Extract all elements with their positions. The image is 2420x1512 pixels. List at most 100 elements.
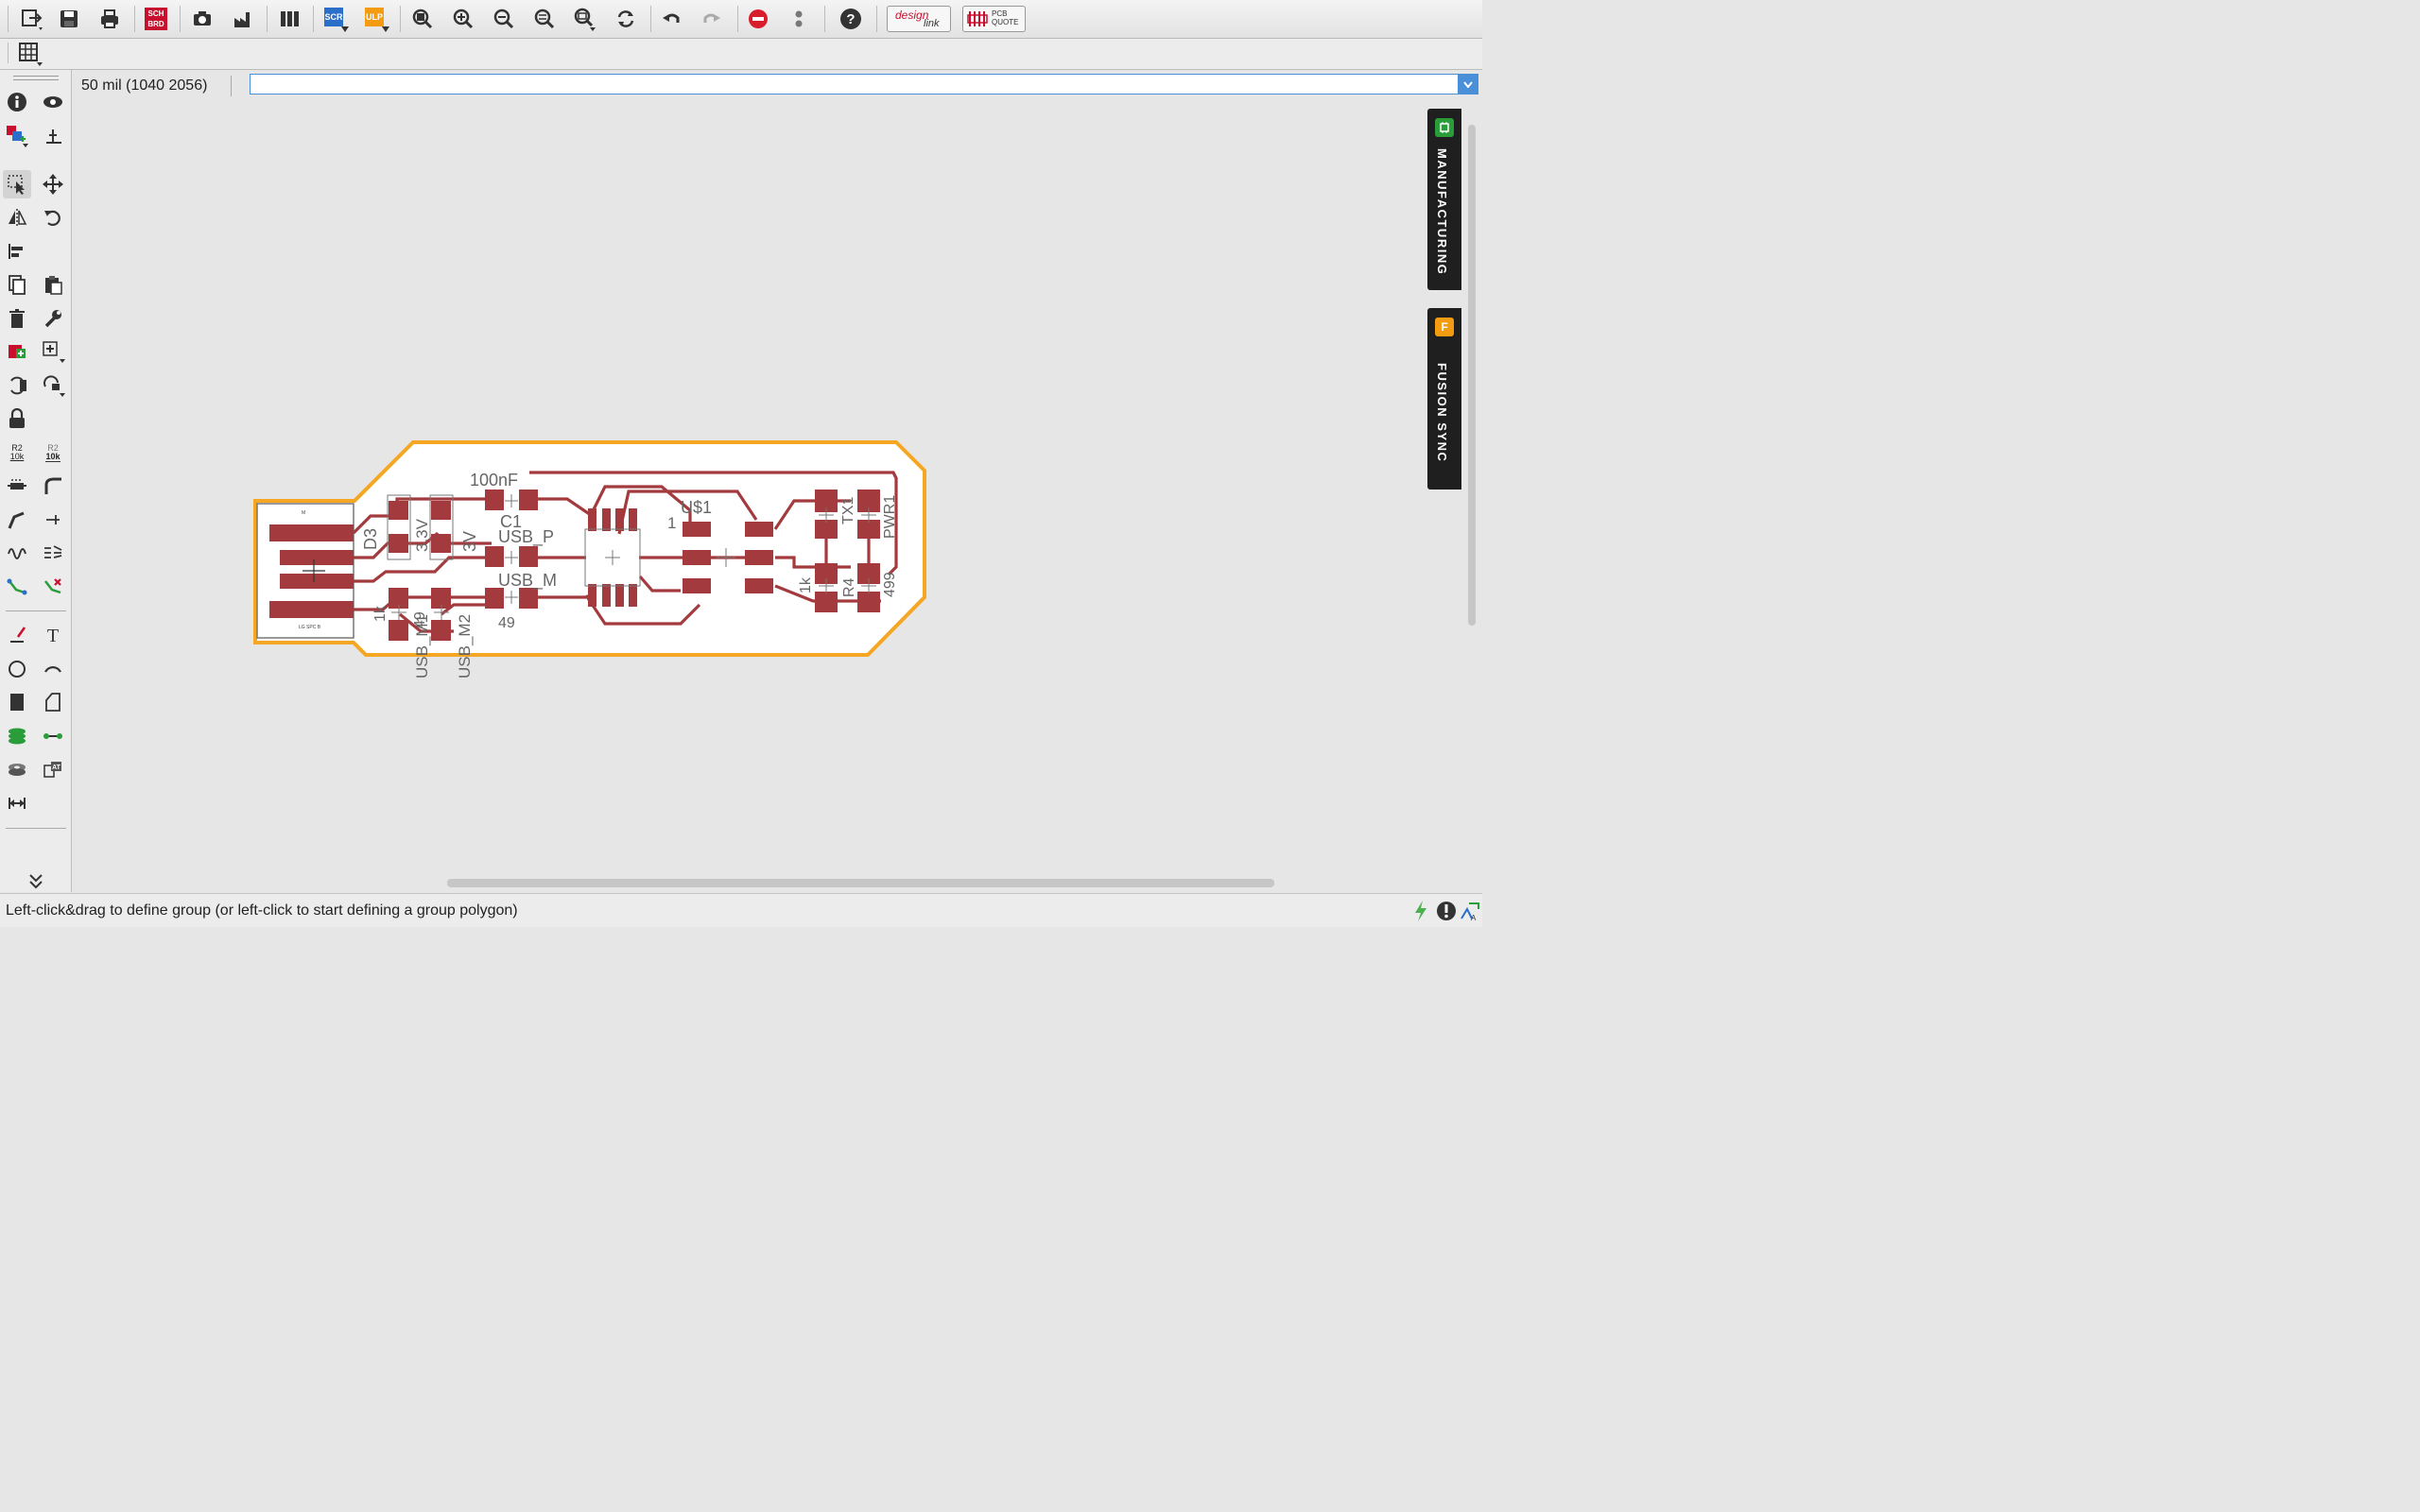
hole-icon[interactable] xyxy=(3,755,31,783)
svg-text:A: A xyxy=(1471,914,1477,922)
connector-bottom-label: LG SPC B xyxy=(299,625,321,630)
zoom-out-icon[interactable] xyxy=(489,4,519,34)
wrench-icon[interactable] xyxy=(39,304,67,333)
attribute-icon[interactable]: AT xyxy=(39,755,67,783)
ratsnest-icon[interactable] xyxy=(39,539,67,567)
zoom-area-icon[interactable] xyxy=(570,4,600,34)
toolbar-separator xyxy=(6,828,66,829)
smash-icon[interactable] xyxy=(3,472,31,500)
gate-swap-icon[interactable] xyxy=(39,371,67,400)
pcb-label-r4: R4 xyxy=(841,577,857,597)
move-icon[interactable] xyxy=(39,170,67,198)
copy-icon[interactable] xyxy=(3,270,31,299)
lightning-icon[interactable] xyxy=(1413,901,1428,921)
value-label-alt: 10k xyxy=(45,451,60,462)
pcb-label-u1: U$1 xyxy=(681,498,712,517)
manufacturing-panel-tab[interactable]: MANUFACTURING xyxy=(1427,109,1461,290)
pcb-label-tx1: TX1 xyxy=(840,497,856,524)
zoom-select-icon[interactable] xyxy=(529,4,560,34)
toolbar-separator xyxy=(737,6,738,32)
sch-brd-switch[interactable]: SCH BRD xyxy=(141,4,171,34)
board-canvas[interactable]: M LG SPC B 100nF C1 USB_P USB_M U$1 1 49… xyxy=(72,102,1467,875)
replace-icon[interactable] xyxy=(39,337,67,366)
polygon-icon[interactable] xyxy=(39,688,67,716)
brd-label: BRD xyxy=(147,20,164,28)
swap-icon[interactable] xyxy=(3,371,31,400)
rectangle-icon[interactable] xyxy=(3,688,31,716)
pcb-label-d3: D3 xyxy=(361,528,380,550)
zoom-fit-icon[interactable] xyxy=(407,4,438,34)
fusion-sync-panel-tab[interactable]: F FUSION SYNC xyxy=(1427,308,1461,490)
save-icon[interactable] xyxy=(54,4,84,34)
help-icon[interactable]: ? xyxy=(836,4,866,34)
show-eye-icon[interactable] xyxy=(39,88,67,116)
mirror-icon[interactable] xyxy=(3,203,31,232)
autorouter-icon[interactable]: A xyxy=(1460,900,1480,922)
designlink-label-bottom: link xyxy=(924,18,940,29)
arc-icon[interactable] xyxy=(39,655,67,683)
command-history-dropdown[interactable] xyxy=(1458,74,1478,94)
rotate-icon[interactable] xyxy=(39,203,67,232)
pcb-label-1k-b: 1k xyxy=(798,576,814,593)
name-icon[interactable]: R2 10k xyxy=(3,438,31,467)
toolbar-separator xyxy=(400,6,401,32)
circle-icon[interactable] xyxy=(3,655,31,683)
pcb-quote-button[interactable]: PCB QUOTE xyxy=(962,6,1026,32)
open-icon[interactable] xyxy=(17,4,47,34)
cam-icon[interactable] xyxy=(187,4,217,34)
pcb-label-usb-m1: USB_M1 xyxy=(413,614,431,679)
align-icon[interactable] xyxy=(3,237,31,266)
paste-icon[interactable] xyxy=(39,270,67,299)
ulp-label: ULP xyxy=(365,8,384,26)
redraw-icon[interactable] xyxy=(611,4,641,34)
command-input[interactable] xyxy=(250,74,1460,94)
route-icon[interactable] xyxy=(3,573,31,601)
pcb-drawing: M LG SPC B 100nF C1 USB_P USB_M U$1 1 49… xyxy=(253,440,926,679)
ulp-button[interactable]: ULP xyxy=(361,4,391,34)
svg-text:AT: AT xyxy=(52,765,61,771)
script-button[interactable]: SCR xyxy=(320,4,351,34)
split-icon[interactable] xyxy=(3,506,31,534)
pcb-label-usb-m2: USB_M2 xyxy=(456,614,474,679)
dimension-icon[interactable] xyxy=(3,789,31,817)
pcb-label-usb-p: USB_P xyxy=(498,527,554,547)
wire-icon[interactable] xyxy=(3,621,31,649)
pcb-label-3v3: 3.3V xyxy=(413,518,431,552)
value-icon[interactable]: R2 10k xyxy=(39,438,67,467)
library-icon[interactable] xyxy=(274,4,304,34)
error-icon[interactable] xyxy=(1436,901,1457,921)
text-icon[interactable]: T xyxy=(39,621,67,649)
fusion-icon: F xyxy=(1435,318,1454,336)
coordinate-display: 50 mil (1040 2056) xyxy=(81,77,208,94)
manufacturing-label: MANUFACTURING xyxy=(1435,148,1449,276)
meander-icon[interactable] xyxy=(3,539,31,567)
optimize-icon[interactable] xyxy=(39,506,67,534)
add-part-icon[interactable] xyxy=(3,337,31,366)
print-icon[interactable] xyxy=(95,4,125,34)
toolbar-separator xyxy=(13,79,59,80)
mark-icon[interactable] xyxy=(39,122,67,150)
delete-icon[interactable] xyxy=(3,304,31,333)
undo-icon[interactable] xyxy=(656,4,686,34)
info-icon[interactable] xyxy=(3,88,31,116)
expand-toolbar-icon[interactable] xyxy=(22,867,50,895)
ripup-icon[interactable] xyxy=(39,573,67,601)
manufacturing-chip-icon xyxy=(1435,118,1454,137)
toolbar-separator xyxy=(313,6,314,32)
stop-icon[interactable] xyxy=(743,4,773,34)
manufacture-icon[interactable] xyxy=(228,4,258,34)
layer-display-icon[interactable] xyxy=(3,122,31,150)
signal-icon[interactable] xyxy=(39,722,67,750)
lock-icon[interactable] xyxy=(3,404,31,433)
vertical-scrollbar[interactable] xyxy=(1468,125,1476,626)
miter-icon[interactable] xyxy=(39,472,67,500)
group-select-icon[interactable] xyxy=(3,170,31,198)
pause-icon[interactable] xyxy=(784,4,814,34)
zoom-in-icon[interactable] xyxy=(448,4,478,34)
design-link-button[interactable]: design link xyxy=(887,6,951,32)
via-icon[interactable] xyxy=(3,722,31,750)
horizontal-scrollbar[interactable] xyxy=(447,879,1274,887)
grid-icon[interactable] xyxy=(15,39,45,69)
pcb-label-pwr1: PWR1 xyxy=(882,495,898,539)
scr-label: SCR xyxy=(324,8,343,26)
